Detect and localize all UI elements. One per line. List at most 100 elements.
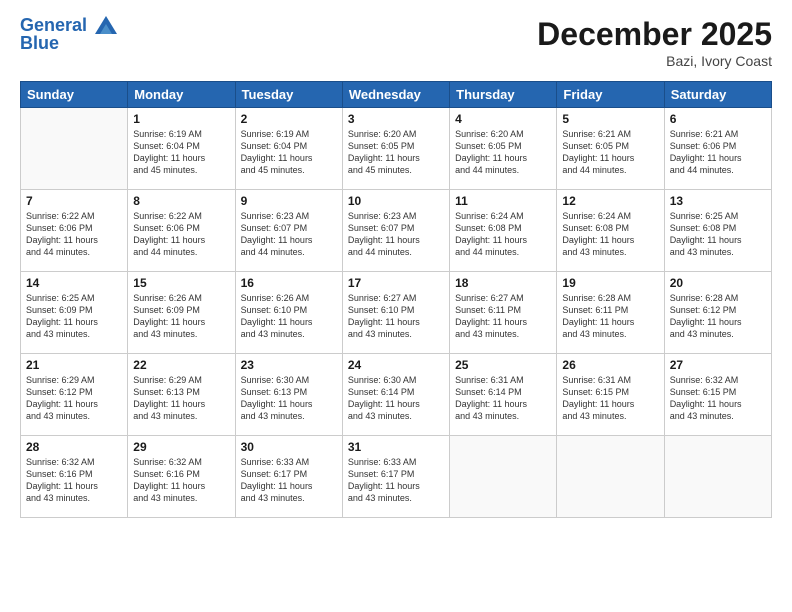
day-info: Sunrise: 6:31 AMSunset: 6:15 PMDaylight:… bbox=[562, 374, 658, 423]
day-number: 29 bbox=[133, 440, 229, 454]
day-info: Sunrise: 6:19 AMSunset: 6:04 PMDaylight:… bbox=[133, 128, 229, 177]
calendar: SundayMondayTuesdayWednesdayThursdayFrid… bbox=[20, 81, 772, 518]
calendar-cell: 30 Sunrise: 6:33 AMSunset: 6:17 PMDayligh… bbox=[235, 436, 342, 518]
day-number: 31 bbox=[348, 440, 444, 454]
day-info: Sunrise: 6:22 AMSunset: 6:06 PMDaylight:… bbox=[133, 210, 229, 259]
day-info: Sunrise: 6:27 AMSunset: 6:10 PMDaylight:… bbox=[348, 292, 444, 341]
day-number: 11 bbox=[455, 194, 551, 208]
day-info: Sunrise: 6:26 AMSunset: 6:10 PMDaylight:… bbox=[241, 292, 337, 341]
calendar-cell: 9 Sunrise: 6:23 AMSunset: 6:07 PMDaylight… bbox=[235, 190, 342, 272]
calendar-cell: 16 Sunrise: 6:26 AMSunset: 6:10 PMDayligh… bbox=[235, 272, 342, 354]
day-info: Sunrise: 6:26 AMSunset: 6:09 PMDaylight:… bbox=[133, 292, 229, 341]
calendar-cell: 7Sunrise: 6:22 AMSunset: 6:06 PMDaylight… bbox=[21, 190, 128, 272]
logo: General Blue bbox=[20, 16, 117, 54]
day-number: 14 bbox=[26, 276, 122, 290]
day-number: 28 bbox=[26, 440, 122, 454]
calendar-cell: 31Sunrise: 6:33 AMSunset: 6:17 PMDayligh… bbox=[342, 436, 449, 518]
page: General Blue December 2025 Bazi, Ivory C… bbox=[0, 0, 792, 612]
day-number: 13 bbox=[670, 194, 766, 208]
day-number: 9 bbox=[241, 194, 337, 208]
calendar-cell: 18 Sunrise: 6:27 AMSunset: 6:11 PMDayligh… bbox=[450, 272, 557, 354]
day-number: 2 bbox=[241, 112, 337, 126]
day-number: 30 bbox=[241, 440, 337, 454]
day-info: Sunrise: 6:25 AMSunset: 6:08 PMDaylight:… bbox=[670, 210, 766, 259]
day-info: Sunrise: 6:31 AMSunset: 6:14 PMDaylight:… bbox=[455, 374, 551, 423]
logo-blue: Blue bbox=[20, 34, 117, 54]
weekday-header-monday: Monday bbox=[128, 82, 235, 108]
day-info: Sunrise: 6:20 AMSunset: 6:05 PMDaylight:… bbox=[348, 128, 444, 177]
calendar-cell: 29 Sunrise: 6:32 AMSunset: 6:16 PMDayligh… bbox=[128, 436, 235, 518]
day-number: 18 bbox=[455, 276, 551, 290]
day-number: 3 bbox=[348, 112, 444, 126]
month-title: December 2025 bbox=[537, 16, 772, 53]
day-number: 5 bbox=[562, 112, 658, 126]
week-row-2: 7Sunrise: 6:22 AMSunset: 6:06 PMDaylight… bbox=[21, 190, 772, 272]
calendar-cell: 1Sunrise: 6:19 AMSunset: 6:04 PMDaylight… bbox=[128, 108, 235, 190]
day-info: Sunrise: 6:24 AMSunset: 6:08 PMDaylight:… bbox=[455, 210, 551, 259]
day-info: Sunrise: 6:19 AMSunset: 6:04 PMDaylight:… bbox=[241, 128, 337, 177]
day-number: 4 bbox=[455, 112, 551, 126]
day-number: 8 bbox=[133, 194, 229, 208]
calendar-cell: 26 Sunrise: 6:31 AMSunset: 6:15 PMDayligh… bbox=[557, 354, 664, 436]
day-number: 21 bbox=[26, 358, 122, 372]
calendar-header: SundayMondayTuesdayWednesdayThursdayFrid… bbox=[21, 82, 772, 108]
calendar-cell: 21Sunrise: 6:29 AMSunset: 6:12 PMDayligh… bbox=[21, 354, 128, 436]
calendar-cell bbox=[557, 436, 664, 518]
calendar-cell: 3 Sunrise: 6:20 AMSunset: 6:05 PMDaylight… bbox=[342, 108, 449, 190]
weekday-header-saturday: Saturday bbox=[664, 82, 771, 108]
day-info: Sunrise: 6:21 AMSunset: 6:05 PMDaylight:… bbox=[562, 128, 658, 177]
calendar-cell: 2 Sunrise: 6:19 AMSunset: 6:04 PMDaylight… bbox=[235, 108, 342, 190]
day-info: Sunrise: 6:30 AMSunset: 6:13 PMDaylight:… bbox=[241, 374, 337, 423]
calendar-cell: 6Sunrise: 6:21 AMSunset: 6:06 PMDaylight… bbox=[664, 108, 771, 190]
day-info: Sunrise: 6:30 AMSunset: 6:14 PMDaylight:… bbox=[348, 374, 444, 423]
calendar-cell bbox=[21, 108, 128, 190]
calendar-cell: 14 Sunrise: 6:25 AMSunset: 6:09 PMDayligh… bbox=[21, 272, 128, 354]
day-number: 10 bbox=[348, 194, 444, 208]
day-number: 24 bbox=[348, 358, 444, 372]
day-number: 27 bbox=[670, 358, 766, 372]
day-info: Sunrise: 6:23 AMSunset: 6:07 PMDaylight:… bbox=[348, 210, 444, 259]
week-row-3: 14 Sunrise: 6:25 AMSunset: 6:09 PMDayligh… bbox=[21, 272, 772, 354]
weekday-header-sunday: Sunday bbox=[21, 82, 128, 108]
calendar-cell: 22Sunrise: 6:29 AMSunset: 6:13 PMDayligh… bbox=[128, 354, 235, 436]
calendar-cell: 12Sunrise: 6:24 AMSunset: 6:08 PMDayligh… bbox=[557, 190, 664, 272]
weekday-header-friday: Friday bbox=[557, 82, 664, 108]
day-info: Sunrise: 6:22 AMSunset: 6:06 PMDaylight:… bbox=[26, 210, 122, 259]
day-number: 25 bbox=[455, 358, 551, 372]
weekday-header-tuesday: Tuesday bbox=[235, 82, 342, 108]
day-number: 16 bbox=[241, 276, 337, 290]
weekday-header-thursday: Thursday bbox=[450, 82, 557, 108]
calendar-cell: 5 Sunrise: 6:21 AMSunset: 6:05 PMDaylight… bbox=[557, 108, 664, 190]
day-info: Sunrise: 6:25 AMSunset: 6:09 PMDaylight:… bbox=[26, 292, 122, 341]
location: Bazi, Ivory Coast bbox=[537, 53, 772, 69]
calendar-cell: 23 Sunrise: 6:30 AMSunset: 6:13 PMDayligh… bbox=[235, 354, 342, 436]
day-info: Sunrise: 6:28 AMSunset: 6:12 PMDaylight:… bbox=[670, 292, 766, 341]
day-info: Sunrise: 6:27 AMSunset: 6:11 PMDaylight:… bbox=[455, 292, 551, 341]
day-number: 26 bbox=[562, 358, 658, 372]
header: General Blue December 2025 Bazi, Ivory C… bbox=[20, 16, 772, 69]
calendar-cell: 25 Sunrise: 6:31 AMSunset: 6:14 PMDayligh… bbox=[450, 354, 557, 436]
day-info: Sunrise: 6:23 AMSunset: 6:07 PMDaylight:… bbox=[241, 210, 337, 259]
title-area: December 2025 Bazi, Ivory Coast bbox=[537, 16, 772, 69]
day-info: Sunrise: 6:32 AMSunset: 6:16 PMDaylight:… bbox=[133, 456, 229, 505]
calendar-cell: 20 Sunrise: 6:28 AMSunset: 6:12 PMDayligh… bbox=[664, 272, 771, 354]
calendar-cell: 19Sunrise: 6:28 AMSunset: 6:11 PMDayligh… bbox=[557, 272, 664, 354]
calendar-cell: 11 Sunrise: 6:24 AMSunset: 6:08 PMDayligh… bbox=[450, 190, 557, 272]
day-number: 19 bbox=[562, 276, 658, 290]
day-info: Sunrise: 6:33 AMSunset: 6:17 PMDaylight:… bbox=[241, 456, 337, 505]
calendar-cell: 15 Sunrise: 6:26 AMSunset: 6:09 PMDayligh… bbox=[128, 272, 235, 354]
day-number: 6 bbox=[670, 112, 766, 126]
calendar-cell: 24 Sunrise: 6:30 AMSunset: 6:14 PMDayligh… bbox=[342, 354, 449, 436]
logo-general: General bbox=[20, 15, 87, 35]
day-info: Sunrise: 6:24 AMSunset: 6:08 PMDaylight:… bbox=[562, 210, 658, 259]
calendar-body: 1Sunrise: 6:19 AMSunset: 6:04 PMDaylight… bbox=[21, 108, 772, 518]
day-number: 15 bbox=[133, 276, 229, 290]
weekday-header-row: SundayMondayTuesdayWednesdayThursdayFrid… bbox=[21, 82, 772, 108]
day-number: 20 bbox=[670, 276, 766, 290]
week-row-5: 28 Sunrise: 6:32 AMSunset: 6:16 PMDayligh… bbox=[21, 436, 772, 518]
day-number: 17 bbox=[348, 276, 444, 290]
day-number: 23 bbox=[241, 358, 337, 372]
week-row-4: 21Sunrise: 6:29 AMSunset: 6:12 PMDayligh… bbox=[21, 354, 772, 436]
calendar-cell bbox=[664, 436, 771, 518]
calendar-cell: 28Sunrise: 6:32 AMSunset: 6:16 PMDayligh… bbox=[21, 436, 128, 518]
